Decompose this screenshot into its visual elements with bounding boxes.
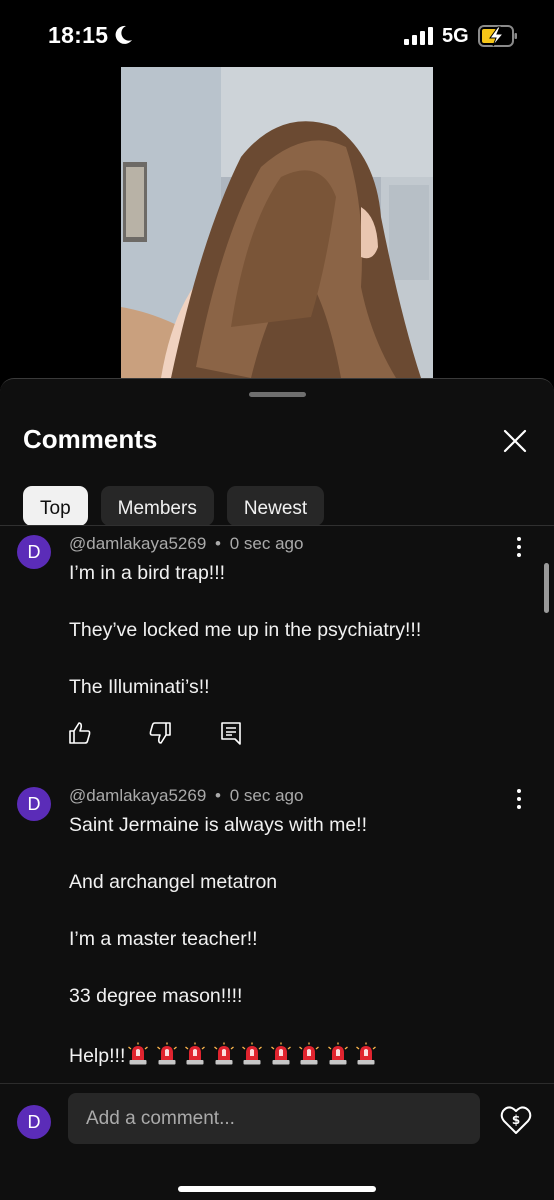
moon-icon [115, 25, 132, 44]
comment-list[interactable]: D @damlakaya5269 • 0 sec ago I’m in a bi… [0, 526, 554, 1083]
police-siren-icon [270, 1042, 291, 1065]
video-frame [121, 67, 433, 378]
status-time: 18:15 [48, 22, 109, 48]
comment-composer: D $ [0, 1083, 554, 1200]
police-siren-icon [356, 1042, 377, 1065]
police-siren-icon [156, 1042, 177, 1065]
home-indicator[interactable] [178, 1186, 376, 1192]
comment-input[interactable] [68, 1093, 480, 1144]
comments-sheet: Comments Top Members Newest D @damlakaya… [0, 378, 554, 1200]
comment-meta: @damlakaya5269 • 0 sec ago [69, 786, 303, 806]
police-siren-icon [327, 1042, 348, 1065]
police-siren-icon [185, 1042, 206, 1065]
battery-charging-icon [478, 25, 517, 47]
comment-text-line: And archangel metatron [69, 871, 278, 893]
more-options-icon[interactable] [508, 786, 530, 812]
like-icon[interactable] [67, 720, 93, 746]
comment-author[interactable]: @damlakaya5269 [69, 786, 206, 805]
close-icon[interactable] [498, 424, 532, 458]
comment-text-line: Help!!! [69, 1042, 377, 1068]
reply-icon[interactable] [218, 720, 244, 746]
super-thanks-icon[interactable]: $ [499, 1103, 533, 1137]
network-type: 5G [442, 25, 469, 47]
status-bar: 18:15 5G [0, 0, 554, 66]
comment-item: D @damlakaya5269 • 0 sec ago Saint Jerma… [0, 778, 554, 1083]
meta-separator: • [215, 534, 221, 553]
signal-icon [404, 27, 433, 45]
avatar[interactable]: D [17, 535, 51, 569]
comment-sort-tabs: Top Members Newest [23, 486, 325, 526]
video-player[interactable] [0, 66, 554, 378]
police-siren-icon [213, 1042, 234, 1065]
comment-text-line: I’m in a bird trap!!! [69, 562, 226, 584]
meta-separator: • [215, 786, 221, 805]
dislike-icon[interactable] [147, 720, 173, 746]
tab-newest[interactable]: Newest [226, 486, 325, 526]
police-siren-icon [128, 1042, 149, 1065]
comment-text-line: Saint Jermaine is always with me!! [69, 814, 368, 836]
svg-text:$: $ [512, 1113, 520, 1127]
drag-handle[interactable] [249, 392, 306, 397]
comments-title: Comments [23, 424, 158, 454]
scrollbar[interactable] [544, 563, 549, 613]
comment-text-help: Help!!! [69, 1045, 126, 1067]
comment-text-line: I’m a master teacher!! [69, 928, 258, 950]
more-options-icon[interactable] [508, 534, 530, 560]
police-siren-icon [242, 1042, 263, 1065]
comment-text-line: They’ve locked me up in the psychiatry!!… [69, 619, 422, 641]
comment-text-line: The Illuminati’s!! [69, 676, 210, 698]
comment-meta: @damlakaya5269 • 0 sec ago [69, 534, 303, 554]
avatar[interactable]: D [17, 1105, 51, 1139]
comment-time: 0 sec ago [229, 786, 304, 805]
comment-author[interactable]: @damlakaya5269 [69, 534, 206, 553]
avatar[interactable]: D [17, 787, 51, 821]
tab-members[interactable]: Members [100, 486, 214, 526]
comment-time: 0 sec ago [229, 534, 304, 553]
police-siren-icon [299, 1042, 320, 1065]
siren-emoji-row [125, 1042, 377, 1067]
comment-item: D @damlakaya5269 • 0 sec ago I’m in a bi… [0, 526, 554, 776]
tab-top[interactable]: Top [23, 486, 88, 526]
comment-text-line: 33 degree mason!!!! [69, 985, 243, 1007]
